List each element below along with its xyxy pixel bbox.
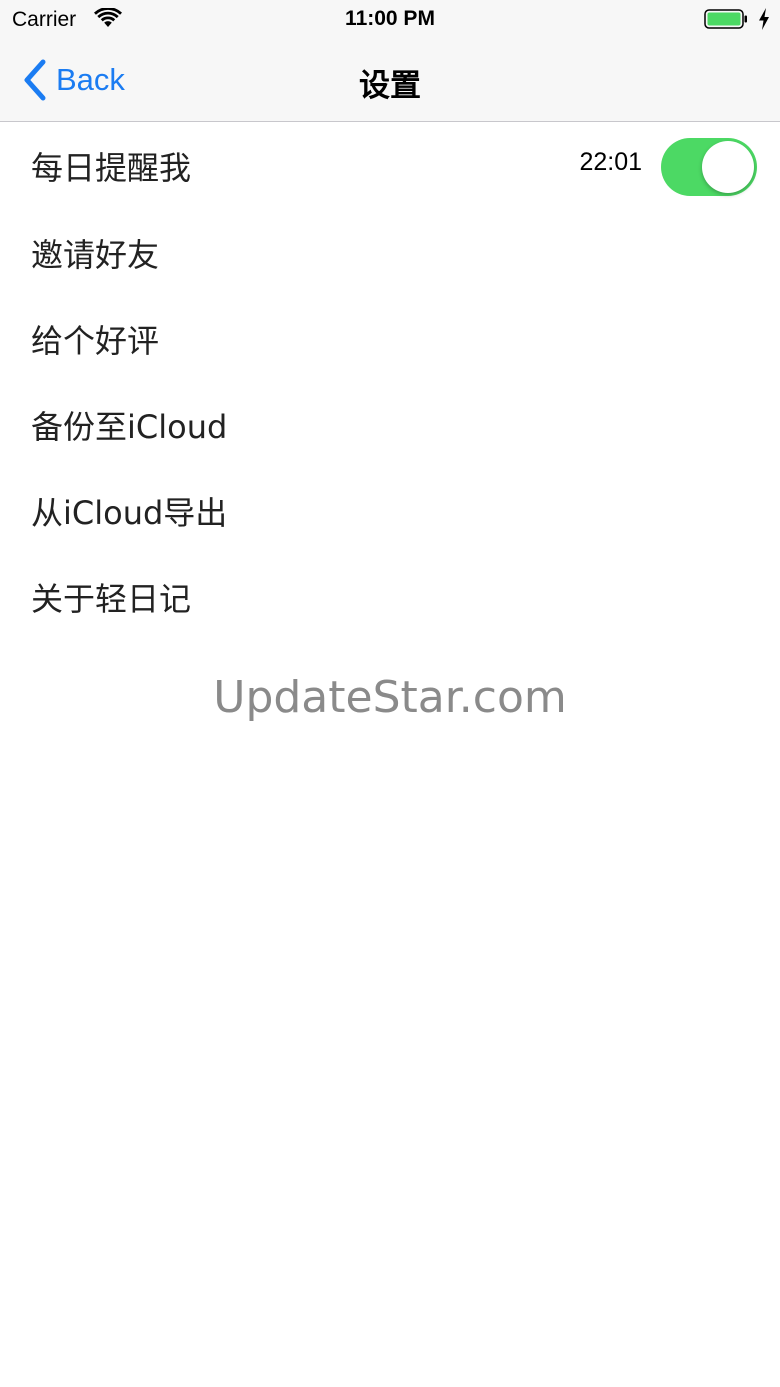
list-item-label: 备份至iCloud bbox=[31, 408, 228, 446]
list-item-label: 关于轻日记 bbox=[31, 580, 192, 618]
list-item-invite-friends[interactable]: 邀请好友 bbox=[0, 210, 780, 296]
list-item-label: 从iCloud导出 bbox=[31, 494, 228, 532]
reminder-time[interactable]: 22:01 bbox=[579, 148, 642, 177]
top-bar: Carrier 11:00 PM Back 设置 bbox=[0, 0, 780, 122]
charging-bolt-icon bbox=[759, 8, 769, 30]
daily-reminder-toggle[interactable] bbox=[661, 138, 757, 196]
list-item-export-icloud[interactable]: 从iCloud导出 bbox=[0, 468, 780, 554]
list-item-backup-icloud[interactable]: 备份至iCloud bbox=[0, 382, 780, 468]
settings-screen: Carrier 11:00 PM Back 设置 每日提醒我 22:01 邀请好… bbox=[0, 0, 780, 1387]
daily-reminder-label: 每日提醒我 bbox=[31, 149, 192, 187]
battery-full-icon bbox=[704, 9, 747, 29]
watermark-text: UpdateStar.com bbox=[213, 672, 567, 723]
list-item-rate-app[interactable]: 给个好评 bbox=[0, 296, 780, 382]
list-item-label: 给个好评 bbox=[31, 322, 160, 360]
list-item-label: 邀请好友 bbox=[31, 236, 160, 274]
status-time: 11:00 PM bbox=[345, 7, 435, 30]
list-item-about[interactable]: 关于轻日记 bbox=[0, 554, 780, 640]
settings-list: 每日提醒我 22:01 邀请好友 给个好评 备份至iCloud 从iCloud导… bbox=[0, 122, 780, 640]
daily-reminder-row: 每日提醒我 22:01 bbox=[0, 122, 780, 210]
toggle-knob bbox=[702, 141, 754, 193]
status-bar: Carrier 11:00 PM bbox=[0, 0, 780, 40]
page-title: 设置 bbox=[359, 68, 421, 104]
